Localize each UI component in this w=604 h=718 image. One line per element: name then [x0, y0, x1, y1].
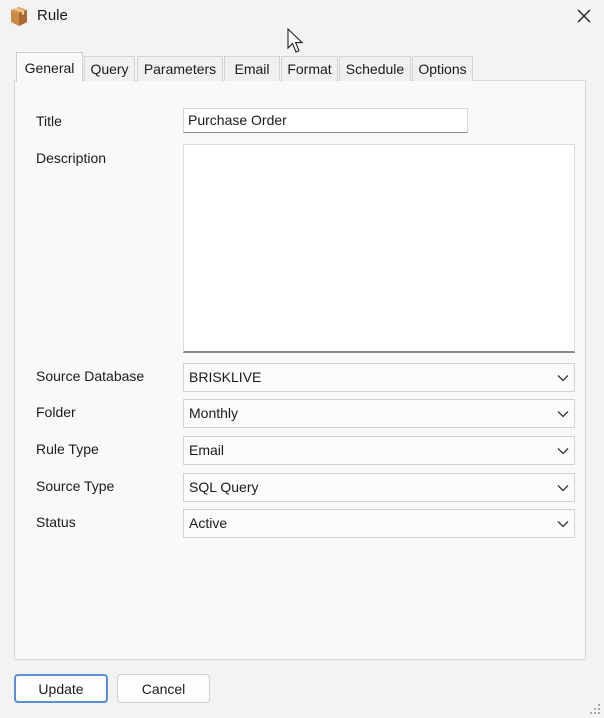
status-value: Active: [189, 515, 228, 531]
tab-format[interactable]: Format: [281, 56, 338, 81]
tab-parameters[interactable]: Parameters: [137, 56, 223, 81]
window-title: Rule: [37, 7, 68, 24]
rule-type-value: Email: [189, 442, 225, 458]
source-type-label: Source Type: [36, 478, 115, 494]
status-select[interactable]: Active: [183, 509, 575, 538]
folder-select[interactable]: Monthly: [183, 399, 575, 428]
source-database-label: Source Database: [36, 368, 145, 384]
cancel-button[interactable]: Cancel: [117, 674, 210, 703]
chevron-down-icon: [557, 411, 569, 418]
close-icon: [577, 9, 591, 23]
title-label: Title: [36, 113, 62, 129]
chevron-down-icon: [557, 375, 569, 382]
tab-email[interactable]: Email: [224, 56, 280, 81]
rule-type-label: Rule Type: [36, 441, 99, 457]
rule-type-select[interactable]: Email: [183, 436, 575, 465]
resize-grip-icon[interactable]: [588, 702, 602, 716]
title-input[interactable]: Purchase Order: [183, 108, 468, 133]
chevron-down-icon: [557, 521, 569, 528]
chevron-down-icon: [557, 448, 569, 455]
package-icon: [11, 7, 27, 26]
folder-value: Monthly: [189, 405, 239, 421]
source-database-value: BRISKLIVE: [189, 369, 262, 385]
mouse-pointer-icon: [287, 28, 304, 53]
tab-query[interactable]: Query: [84, 56, 135, 81]
chevron-down-icon: [557, 485, 569, 492]
folder-label: Folder: [36, 404, 76, 420]
tab-schedule[interactable]: Schedule: [339, 56, 411, 81]
description-textarea[interactable]: [183, 144, 575, 353]
tab-general[interactable]: General: [16, 52, 83, 82]
description-label: Description: [36, 150, 107, 166]
status-label: Status: [36, 514, 76, 530]
tab-options[interactable]: Options: [412, 56, 473, 81]
source-type-select[interactable]: SQL Query: [183, 473, 575, 502]
close-button[interactable]: [564, 0, 604, 32]
update-button[interactable]: Update: [14, 674, 108, 703]
source-database-select[interactable]: BRISKLIVE: [183, 363, 575, 392]
source-type-value: SQL Query: [189, 479, 259, 495]
